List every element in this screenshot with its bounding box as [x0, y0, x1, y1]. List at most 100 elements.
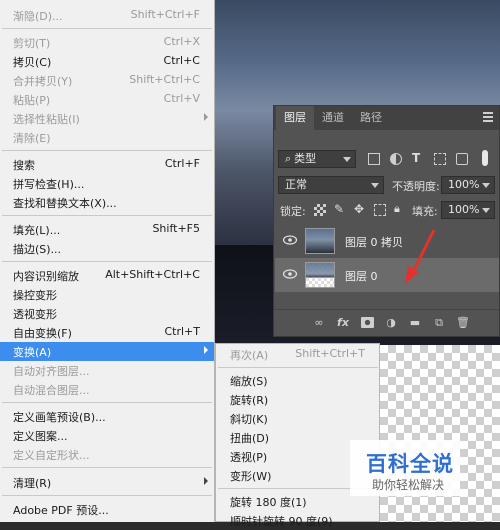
menu-label: 内容识别缩放: [13, 270, 79, 283]
add-mask-icon[interactable]: [360, 316, 374, 330]
menu-item-define-custom-shape[interactable]: 定义自定形状...: [0, 445, 214, 464]
menu-shortcut: Ctrl+V: [163, 92, 200, 105]
lock-label: 锁定:: [280, 205, 306, 218]
eye-icon[interactable]: [283, 235, 297, 245]
menu-label: 渐隐(D)...: [13, 10, 63, 23]
menu-label: 自动对齐图层...: [13, 365, 90, 378]
smart-object-filter-icon[interactable]: [456, 153, 468, 165]
fill-label: 填充:: [412, 205, 438, 218]
menu-label: Adobe PDF 预设...: [13, 504, 109, 517]
menu-item-fill[interactable]: 填充(L)... Shift+F5: [0, 220, 214, 239]
chevron-down-icon: [343, 157, 351, 162]
menu-item-check-spelling[interactable]: 拼写检查(H)...: [0, 174, 214, 193]
menu-shortcut: Shift+F5: [152, 222, 200, 235]
menu-item-perspective-warp[interactable]: 透视变形: [0, 304, 214, 323]
link-layers-icon[interactable]: ∞: [312, 316, 326, 330]
submenu-item-rotate-90-cw[interactable]: 顺时针旋转 90 度(9): [216, 511, 379, 530]
type-filter-icon[interactable]: T: [412, 151, 424, 165]
menu-item-copy-merged[interactable]: 合并拷贝(Y) Shift+Ctrl+C: [0, 71, 214, 90]
layer-thumbnail: [305, 228, 335, 254]
menu-label: 斜切(K): [230, 413, 268, 426]
layer-row[interactable]: 图层 0 拷贝: [275, 224, 499, 258]
menu-item-puppet-warp[interactable]: 操控变形: [0, 285, 214, 304]
menu-shortcut: Ctrl+F: [164, 157, 200, 170]
menu-item-free-transform[interactable]: 自由变换(F) Ctrl+T: [0, 323, 214, 342]
layer-row-selected[interactable]: 图层 0: [275, 258, 499, 292]
menu-separator: [2, 261, 212, 262]
submenu-arrow-icon: [204, 346, 208, 354]
menu-item-stroke[interactable]: 描边(S)...: [0, 239, 214, 258]
menu-item-paste[interactable]: 粘贴(P) Ctrl+V: [0, 90, 214, 109]
layer-name: 图层 0: [345, 270, 378, 283]
menu-item-define-brush[interactable]: 定义画笔预设(B)...: [0, 407, 214, 426]
lock-position-move-icon[interactable]: ✥: [354, 202, 366, 216]
adjustment-layer-icon[interactable]: ◑: [384, 316, 398, 330]
new-layer-icon[interactable]: ⧉: [432, 316, 446, 330]
layers-panel: 图层 通道 路径 ⌕ 类型 T 正常 不透明度: 100% 锁定: ✎ ✥ 🔒︎ …: [273, 105, 500, 337]
menu-label: 自动混合图层...: [13, 384, 90, 397]
blend-mode-select[interactable]: 正常: [278, 176, 384, 194]
menu-item-auto-align-layers[interactable]: 自动对齐图层...: [0, 361, 214, 380]
panel-menu-icon[interactable]: [483, 112, 493, 124]
menu-separator: [2, 28, 212, 29]
lock-transparent-icon[interactable]: [314, 204, 326, 216]
menu-item-clear[interactable]: 清除(E): [0, 128, 214, 147]
fx-icon[interactable]: fx: [336, 316, 350, 330]
opacity-label: 不透明度:: [392, 180, 440, 193]
submenu-item-again[interactable]: 再次(A) Shift+Ctrl+T: [216, 345, 379, 364]
menu-label: 拼写检查(H)...: [13, 178, 85, 191]
red-arrow-annotation: [405, 229, 436, 284]
menu-item-transform[interactable]: 变换(A): [0, 342, 214, 361]
adjustment-filter-icon[interactable]: [390, 153, 402, 165]
menu-label: 缩放(S): [230, 375, 268, 388]
tab-layers[interactable]: 图层: [276, 106, 314, 130]
layer-thumbnail: [305, 262, 335, 288]
layers-panel-footer: ∞ fx ◑ ▬ ⧉ 🗑︎: [274, 309, 499, 336]
watermark-logo: 百科全说 助你轻松解决: [350, 440, 460, 496]
layer-filter-select[interactable]: ⌕ 类型: [278, 150, 356, 168]
opacity-value: 100%: [448, 178, 480, 191]
menu-item-adobe-pdf-presets[interactable]: Adobe PDF 预设...: [0, 500, 214, 519]
submenu-item-scale[interactable]: 缩放(S): [216, 371, 379, 390]
menu-label: 选择性粘贴(I): [13, 113, 80, 126]
menu-item-fade[interactable]: 渐隐(D)... Shift+Ctrl+F: [0, 6, 214, 25]
chevron-down-icon: [482, 183, 490, 188]
menu-label: 粘贴(P): [13, 94, 51, 107]
menu-item-define-pattern[interactable]: 定义图案...: [0, 426, 214, 445]
menu-item-search[interactable]: 搜索 Ctrl+F: [0, 155, 214, 174]
opacity-field[interactable]: 100%: [441, 176, 495, 194]
menu-shortcut: Ctrl+C: [163, 54, 200, 67]
menu-item-auto-blend-layers[interactable]: 自动混合图层...: [0, 380, 214, 399]
lock-artboard-icon[interactable]: [374, 204, 386, 216]
menu-item-find-replace[interactable]: 查找和替换文本(X)...: [0, 193, 214, 212]
menu-separator: [2, 150, 212, 151]
new-group-folder-icon[interactable]: ▬: [408, 316, 422, 330]
tab-paths[interactable]: 路径: [352, 106, 390, 130]
shape-filter-icon[interactable]: [434, 153, 446, 165]
menu-item-content-aware-scale[interactable]: 内容识别缩放 Alt+Shift+Ctrl+C: [0, 266, 214, 285]
menu-item-cut[interactable]: 剪切(T) Ctrl+X: [0, 33, 214, 52]
submenu-item-skew[interactable]: 斜切(K): [216, 409, 379, 428]
menu-item-paste-special[interactable]: 选择性粘贴(I): [0, 109, 214, 128]
menu-shortcut: Alt+Shift+Ctrl+C: [105, 268, 200, 281]
lock-all-icon[interactable]: 🔒︎: [394, 202, 406, 215]
fill-field[interactable]: 100%: [441, 201, 495, 219]
pixel-filter-icon[interactable]: [368, 153, 380, 165]
menu-item-purge[interactable]: 清理(R): [0, 473, 214, 492]
menu-label: 剪切(T): [13, 37, 51, 50]
eye-icon[interactable]: [283, 269, 297, 279]
menu-separator: [2, 467, 212, 468]
menu-label: 搜索: [13, 159, 35, 172]
filter-toggle-icon[interactable]: [482, 150, 488, 166]
menu-shortcut: Ctrl+X: [163, 35, 200, 48]
trash-icon[interactable]: 🗑︎: [456, 316, 470, 330]
menu-label: 定义图案...: [13, 430, 68, 443]
menu-label: 查找和替换文本(X)...: [13, 197, 117, 210]
menu-label: 清理(R): [13, 477, 52, 490]
submenu-item-rotate[interactable]: 旋转(R): [216, 390, 379, 409]
tab-channels[interactable]: 通道: [314, 106, 352, 130]
edit-menu: 渐隐(D)... Shift+Ctrl+F 剪切(T) Ctrl+X 拷贝(C) Ct…: [0, 0, 215, 522]
menu-item-copy[interactable]: 拷贝(C) Ctrl+C: [0, 52, 214, 71]
chevron-down-icon: [482, 208, 490, 213]
lock-image-brush-icon[interactable]: ✎: [334, 202, 346, 216]
